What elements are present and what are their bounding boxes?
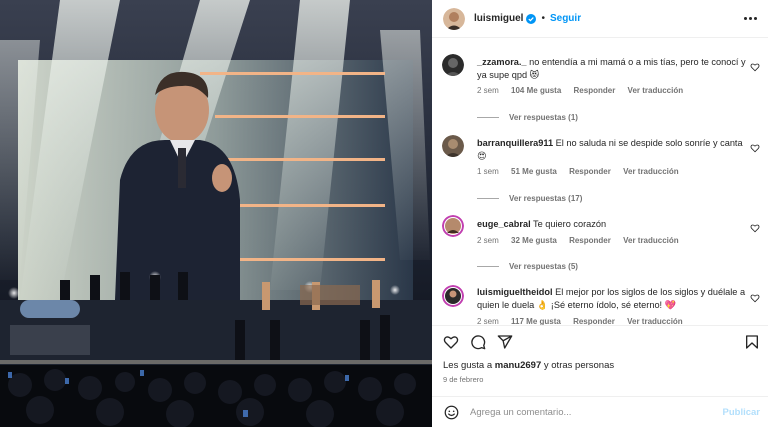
view-replies-button[interactable]: Ver respuestas (17) xyxy=(477,194,582,203)
comment-username[interactable]: luismigueltheidol xyxy=(477,287,553,297)
replies-line xyxy=(477,117,499,118)
post-header: luismiguel • Seguir xyxy=(432,0,768,38)
comment-username[interactable]: euge_cabral xyxy=(477,219,531,229)
comments-list: _zzamora._ no entendía a mi mamá o a mis… xyxy=(432,38,768,325)
comment-likes[interactable]: 104 Me gusta xyxy=(511,86,561,95)
comment-meta: 2 sem 32 Me gusta Responder Ver traducci… xyxy=(477,236,679,245)
likes-summary: Les gusta a manu2697 y otras personas xyxy=(443,360,615,371)
reply-button[interactable]: Responder xyxy=(573,317,615,325)
replies-line xyxy=(477,266,499,267)
comment-meta: 2 sem 104 Me gusta Responder Ver traducc… xyxy=(477,86,684,95)
comment-text: barranquillera911 El no saluda ni se des… xyxy=(477,138,743,161)
comment-icon[interactable] xyxy=(470,334,486,350)
comment-like-icon[interactable] xyxy=(750,143,760,153)
share-icon[interactable] xyxy=(497,334,513,350)
post-actions-bar xyxy=(432,325,768,355)
add-comment-bar: Publicar xyxy=(432,396,768,427)
comment-likes[interactable]: 32 Me gusta xyxy=(511,236,557,245)
comment-like-icon[interactable] xyxy=(750,223,760,233)
follow-button[interactable]: Seguir xyxy=(550,13,581,24)
comment-likes[interactable]: 51 Me gusta xyxy=(511,167,557,176)
liker-username[interactable]: manu2697 xyxy=(495,360,541,371)
comment-like-icon[interactable] xyxy=(750,62,760,72)
separator-dot: • xyxy=(541,13,545,24)
post-date[interactable]: 9 de febrero xyxy=(443,375,483,384)
translate-button[interactable]: Ver traducción xyxy=(623,167,679,176)
view-replies-button[interactable]: Ver respuestas (1) xyxy=(477,113,578,122)
post-author[interactable]: luismiguel xyxy=(474,13,523,24)
emoji-icon[interactable] xyxy=(444,405,459,420)
reply-button[interactable]: Responder xyxy=(574,86,616,95)
reply-button[interactable]: Responder xyxy=(569,236,611,245)
commenter-avatar[interactable] xyxy=(442,54,464,76)
translate-button[interactable]: Ver traducción xyxy=(628,86,684,95)
comment-meta: 2 sem 117 Me gusta Responder Ver traducc… xyxy=(477,317,683,325)
translate-button[interactable]: Ver traducción xyxy=(623,236,679,245)
view-replies-button[interactable]: Ver respuestas (5) xyxy=(477,262,578,271)
commenter-avatar[interactable] xyxy=(442,135,464,157)
reply-button[interactable]: Responder xyxy=(569,167,611,176)
bookmark-icon[interactable] xyxy=(744,334,760,350)
commenter-avatar[interactable] xyxy=(442,285,464,307)
comment-meta: 1 sem 51 Me gusta Responder Ver traducci… xyxy=(477,167,679,176)
post-panel: luismiguel • Seguir _zzamora._ no entend… xyxy=(432,0,768,427)
comment-likes[interactable]: 117 Me gusta xyxy=(511,317,561,325)
commenter-avatar[interactable] xyxy=(442,215,464,237)
comment-text: euge_cabral Te quiero corazón xyxy=(477,219,607,229)
publish-button[interactable]: Publicar xyxy=(723,407,761,418)
verified-badge-icon xyxy=(526,13,537,24)
comment-username[interactable]: _zzamora._ xyxy=(477,57,527,67)
concert-photo xyxy=(0,0,432,427)
post-image xyxy=(0,0,432,427)
comment-text: _zzamora._ no entendía a mi mamá o a mis… xyxy=(477,57,746,80)
more-options-icon[interactable] xyxy=(742,10,758,26)
comment-input[interactable] xyxy=(470,404,710,421)
comment-text: luismigueltheidol El mejor por los siglo… xyxy=(477,287,746,310)
replies-line xyxy=(477,198,499,199)
translate-button[interactable]: Ver traducción xyxy=(627,317,683,325)
comment-username[interactable]: barranquillera911 xyxy=(477,138,553,148)
avatar[interactable] xyxy=(443,7,465,30)
heart-icon[interactable] xyxy=(443,334,459,350)
comment-like-icon[interactable] xyxy=(750,293,760,303)
